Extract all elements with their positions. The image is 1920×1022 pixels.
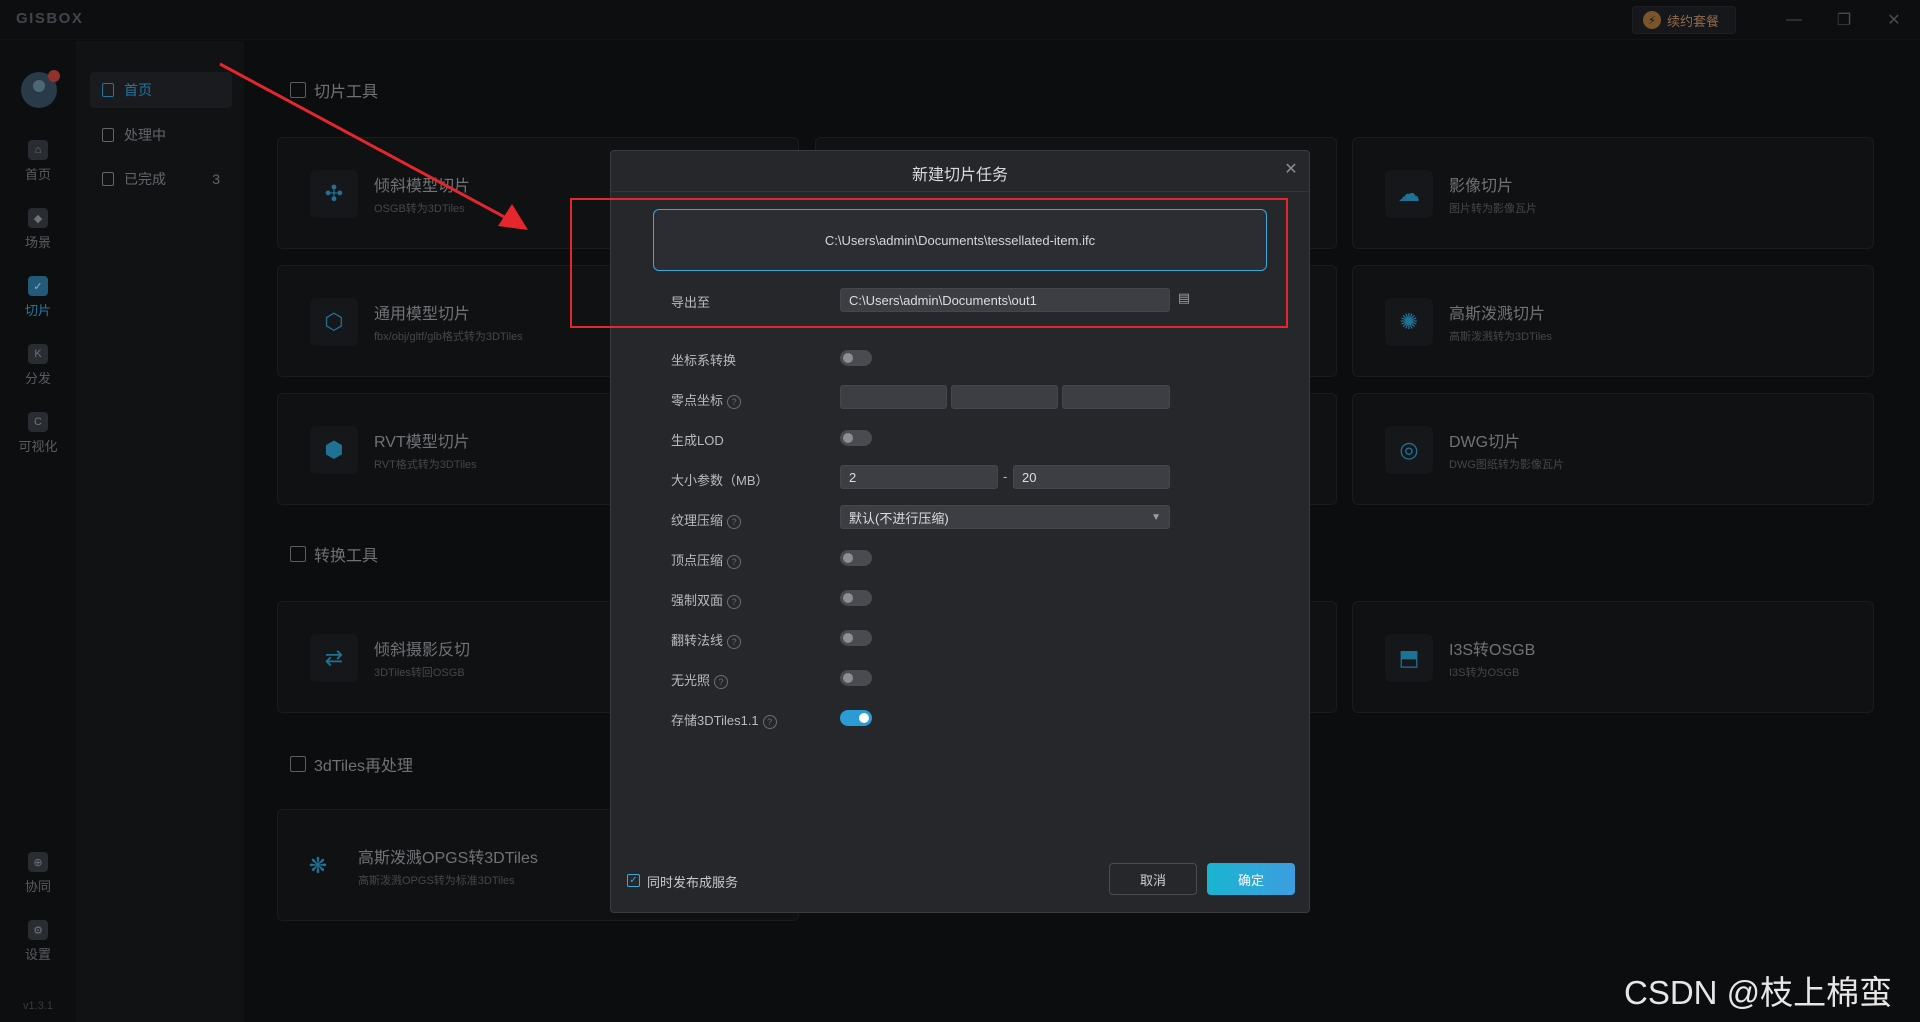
store-3dtiles-toggle[interactable] [840, 710, 872, 726]
help-icon[interactable]: ? [727, 514, 742, 529]
flip-normals-text: 翻转法线 [671, 633, 724, 648]
no-lighting-text: 无光照 [671, 673, 711, 688]
cancel-button[interactable]: 取消 [1109, 863, 1197, 895]
chevron-down-icon: ▼ [1151, 511, 1161, 523]
publish-service-label: 同时发布成服务 [647, 875, 739, 890]
vertex-compress-toggle[interactable] [840, 550, 872, 566]
size-params-label: 大小参数（MB） [671, 473, 769, 488]
double-side-toggle[interactable] [840, 590, 872, 606]
help-icon[interactable]: ? [727, 634, 742, 649]
origin-z-input[interactable] [1062, 385, 1170, 409]
publish-service-checkbox[interactable]: ✓ [627, 874, 640, 887]
dialog-divider [611, 191, 1309, 192]
vertex-compress-label: 顶点压缩? [671, 550, 742, 569]
texture-compress-select[interactable]: 默认(不进行压缩) ▼ [840, 505, 1170, 529]
size-max-input[interactable]: 20 [1013, 465, 1170, 489]
vertex-compress-text: 顶点压缩 [671, 553, 724, 568]
help-icon[interactable]: ? [762, 714, 777, 729]
coord-transform-label: 坐标系转换 [671, 353, 737, 368]
store-3dtiles-text: 存储3DTiles1.1 [671, 713, 759, 728]
no-lighting-toggle[interactable] [840, 670, 872, 686]
help-icon[interactable]: ? [714, 674, 729, 689]
confirm-button[interactable]: 确定 [1207, 863, 1295, 895]
annotation-highlight-box [570, 198, 1288, 328]
flip-normals-toggle[interactable] [840, 630, 872, 646]
texture-compress-value: 默认(不进行压缩) [849, 510, 949, 526]
origin-y-input[interactable] [951, 385, 1058, 409]
no-lighting-label: 无光照? [671, 670, 729, 689]
size-dash: - [1003, 469, 1008, 484]
help-icon[interactable]: ? [727, 594, 742, 609]
generate-lod-label: 生成LOD [671, 433, 724, 448]
close-icon[interactable]: ✕ [1281, 159, 1301, 179]
texture-compress-text: 纹理压缩 [671, 513, 724, 528]
help-icon[interactable]: ? [727, 394, 742, 409]
origin-x-input[interactable] [840, 385, 947, 409]
origin-label-text: 零点坐标 [671, 393, 724, 408]
dialog-title: 新建切片任务 [911, 167, 1008, 184]
origin-label: 零点坐标? [671, 390, 742, 409]
coord-transform-toggle[interactable] [840, 350, 872, 366]
flip-normals-label: 翻转法线? [671, 630, 742, 649]
generate-lod-toggle[interactable] [840, 430, 872, 446]
store-3dtiles-label: 存储3DTiles1.1? [671, 710, 777, 729]
texture-compress-label: 纹理压缩? [671, 510, 742, 529]
double-side-text: 强制双面 [671, 593, 724, 608]
help-icon[interactable]: ? [727, 554, 742, 569]
size-min-input[interactable]: 2 [840, 465, 998, 489]
double-side-label: 强制双面? [671, 590, 742, 609]
watermark: CSDN @枝上棉蛮 [1624, 974, 1893, 1011]
